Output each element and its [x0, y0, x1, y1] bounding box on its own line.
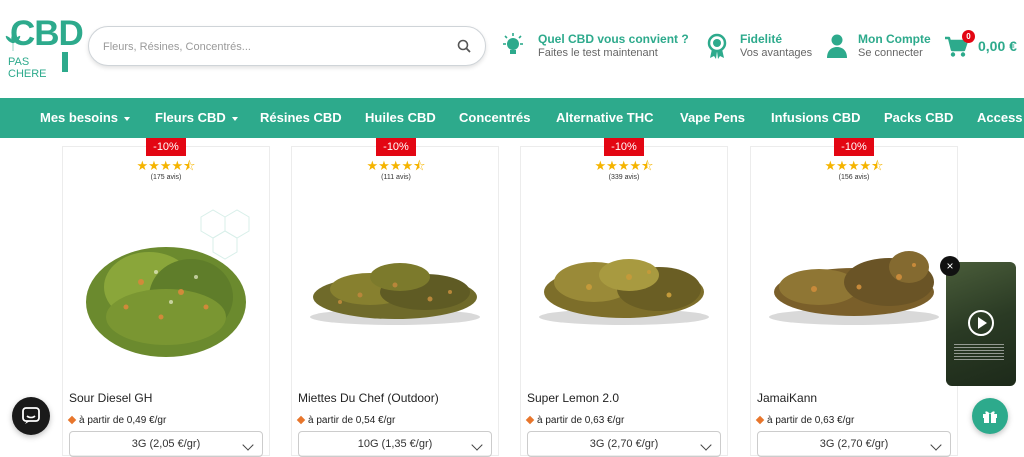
product-image[interactable]: [759, 177, 949, 367]
variant-selected: 3G (2,70 €/gr): [589, 438, 659, 450]
product-card[interactable]: Super Lemon 2.0 à partir de 0,63 €/gr 3G…: [520, 146, 728, 457]
product-price: à partir de 0,63 €/gr: [525, 415, 625, 426]
nav-label: Mes besoins: [40, 110, 119, 125]
account-title: Mon Compte: [858, 32, 931, 46]
price-text: à partir de 0,49 €/gr: [79, 415, 167, 426]
product-name[interactable]: Sour Diesel GH: [69, 391, 152, 405]
diamond-icon: [296, 416, 306, 425]
chevron-down-icon: [124, 116, 131, 121]
nav-item-concentres[interactable]: Concentrés: [459, 110, 531, 125]
search-input[interactable]: [103, 37, 443, 57]
product-price: à partir de 0,54 €/gr: [296, 415, 396, 426]
product-card[interactable]: JamaiKann à partir de 0,63 €/gr 3G (2,70…: [750, 146, 958, 457]
variant-select[interactable]: 3G (2,70 €/gr): [757, 431, 951, 457]
diamond-icon: [755, 416, 765, 425]
discount-badge: -10%: [146, 138, 186, 156]
variant-selected: 3G (2,70 €/gr): [819, 438, 889, 450]
award-icon: [704, 32, 730, 60]
review-count[interactable]: (175 avis): [126, 174, 206, 181]
logo-sub-text: PAS CHERE: [8, 56, 47, 80]
chevron-down-icon: [231, 116, 238, 121]
price-text: à partir de 0,63 €/gr: [537, 415, 625, 426]
discount-badge: -10%: [376, 138, 416, 156]
search-bar: [88, 26, 486, 66]
search-icon[interactable]: [457, 39, 471, 53]
product-image[interactable]: [529, 177, 719, 367]
nav-item-huiles-cbd[interactable]: Huiles CBD: [365, 110, 436, 125]
variant-select[interactable]: 10G (1,35 €/gr): [298, 431, 492, 457]
product-price: à partir de 0,49 €/gr: [67, 415, 167, 426]
user-icon: [824, 32, 850, 60]
logo-tag: [62, 52, 68, 72]
discount-badge: -10%: [834, 138, 874, 156]
product-image[interactable]: [71, 177, 261, 367]
close-icon[interactable]: ×: [940, 256, 960, 276]
variant-selected: 10G (1,35 €/gr): [357, 438, 433, 450]
product-name[interactable]: Super Lemon 2.0: [527, 391, 619, 405]
product-name[interactable]: JamaiKann: [757, 391, 817, 405]
play-icon[interactable]: [968, 310, 994, 336]
variant-selected: 3G (2,05 €/gr): [131, 438, 201, 450]
cbd-quiz-subtitle: Faites le test maintenant: [538, 47, 658, 59]
site-logo[interactable]: CBD PAS CHERE: [4, 14, 84, 80]
price-text: à partir de 0,54 €/gr: [308, 415, 396, 426]
product-card[interactable]: Miettes Du Chef (Outdoor) à partir de 0,…: [291, 146, 499, 457]
video-widget[interactable]: [946, 262, 1016, 386]
cart-count-badge: 0: [962, 30, 975, 43]
nav-item-packs-cbd[interactable]: Packs CBD: [884, 110, 953, 125]
discount-badge: -10%: [604, 138, 644, 156]
variant-select[interactable]: 3G (2,05 €/gr): [69, 431, 263, 457]
review-count[interactable]: (156 avis): [814, 174, 894, 181]
diamond-icon: [525, 416, 535, 425]
leaf-icon: [4, 33, 22, 57]
product-card[interactable]: Sour Diesel GH à partir de 0,49 €/gr 3G …: [62, 146, 270, 457]
loyalty-link[interactable]: Fidelité Vos avantages: [704, 32, 814, 66]
chat-button[interactable]: [12, 397, 50, 435]
nav-item-access[interactable]: Access: [977, 110, 1023, 125]
loyalty-subtitle: Vos avantages: [740, 47, 813, 59]
account-link[interactable]: Mon Compte Se connecter: [824, 32, 934, 66]
nav-item-vape-pens[interactable]: Vape Pens: [680, 110, 745, 125]
video-caption: [954, 344, 1004, 360]
main-nav: Mes besoins Fleurs CBD Résines CBD Huile…: [0, 98, 1024, 138]
nav-item-mes-besoins[interactable]: Mes besoins: [40, 110, 131, 125]
nav-label: Fleurs CBD: [155, 110, 226, 125]
lightbulb-icon: [500, 32, 526, 60]
gift-button[interactable]: [972, 398, 1008, 434]
account-subtitle: Se connecter: [858, 47, 923, 59]
review-count[interactable]: (339 avis): [584, 174, 664, 181]
nav-item-fleurs-cbd[interactable]: Fleurs CBD: [155, 110, 238, 125]
cbd-quiz-link[interactable]: Quel CBD vous convient ? Faites le test …: [500, 32, 690, 66]
chat-icon: [22, 407, 40, 430]
nav-item-alternative-thc[interactable]: Alternative THC: [556, 110, 654, 125]
nav-item-resines-cbd[interactable]: Résines CBD: [260, 110, 342, 125]
product-name[interactable]: Miettes Du Chef (Outdoor): [298, 391, 439, 405]
product-price: à partir de 0,63 €/gr: [755, 415, 855, 426]
cbd-quiz-title: Quel CBD vous convient ?: [538, 32, 689, 46]
price-text: à partir de 0,63 €/gr: [767, 415, 855, 426]
diamond-icon: [67, 416, 77, 425]
product-image[interactable]: [300, 177, 490, 367]
nav-item-infusions-cbd[interactable]: Infusions CBD: [771, 110, 861, 125]
site-header: CBD PAS CHERE Quel CBD vous convient ? F…: [0, 0, 1024, 98]
variant-select[interactable]: 3G (2,70 €/gr): [527, 431, 721, 457]
loyalty-title: Fidelité: [740, 32, 783, 46]
cart-button[interactable]: 0 0,00 €: [944, 30, 1024, 64]
review-count[interactable]: (111 avis): [356, 174, 436, 181]
cart-total: 0,00 €: [978, 38, 1017, 54]
gift-icon: [982, 408, 998, 429]
